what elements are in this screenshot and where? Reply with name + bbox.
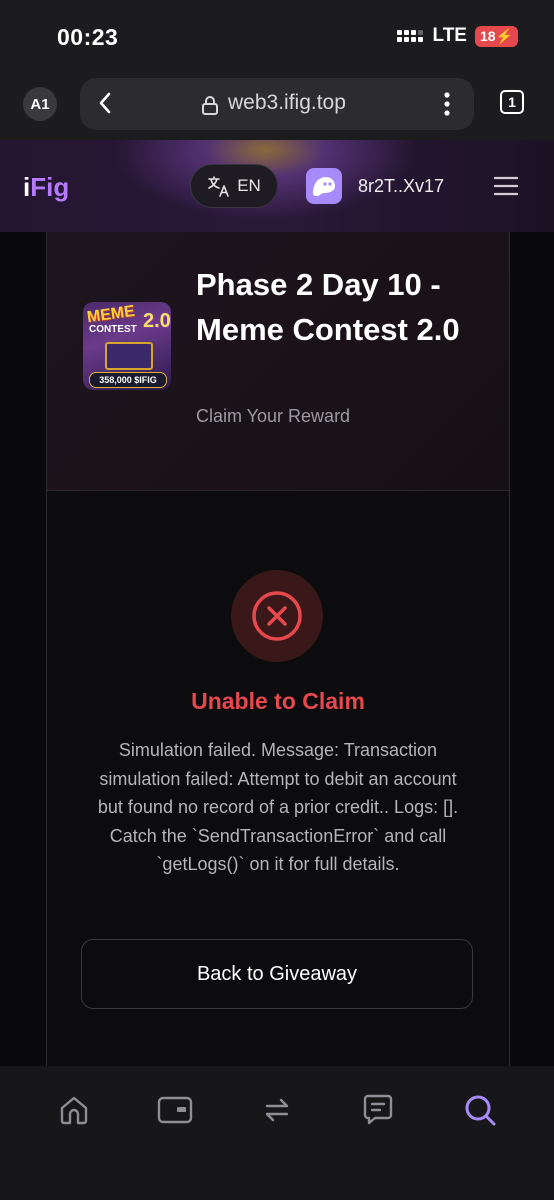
profile-avatar[interactable]: A1: [23, 87, 57, 121]
bottom-nav: [0, 1066, 554, 1200]
claim-card: MEME CONTEST 2.0 358,000 $IFIG Phase 2 D…: [46, 232, 510, 1093]
back-to-giveaway-button[interactable]: Back to Giveaway: [81, 939, 473, 1009]
more-menu-icon[interactable]: [440, 90, 454, 118]
back-chevron-icon[interactable]: [98, 91, 112, 115]
status-time: 00:23: [57, 24, 119, 50]
url-text[interactable]: web3.ifig.top: [228, 91, 346, 115]
page-title: Phase 2 Day 10 - Meme Contest 2.0: [196, 267, 460, 347]
translate-icon: [208, 176, 229, 197]
error-message: Simulation failed. Message: Transaction …: [97, 740, 459, 874]
battery-level: 18: [479, 27, 496, 44]
lock-icon: [202, 96, 218, 115]
error-icon: [231, 570, 323, 662]
address-bar[interactable]: web3.ifig.top: [80, 78, 474, 130]
signal-icon: [396, 30, 423, 42]
nav-search[interactable]: [460, 1090, 500, 1130]
battery-icon: 18⚡: [474, 25, 518, 47]
card-header: MEME CONTEST 2.0 358,000 $IFIG Phase 2 D…: [47, 232, 509, 491]
language-button[interactable]: EN: [190, 164, 278, 208]
error-title: Unable to Claim: [191, 688, 365, 714]
search-icon: [465, 1095, 496, 1126]
swap-icon: [265, 1098, 289, 1122]
network-type: LTE: [432, 25, 467, 46]
thumbnail-version-text: 2.0: [143, 310, 171, 332]
site-header: iFig EN 8r2T..Xv17: [0, 140, 554, 232]
wallet-address[interactable]: 8r2T..Xv17: [358, 176, 444, 197]
nav-home[interactable]: [54, 1090, 94, 1130]
nav-wallet[interactable]: [155, 1090, 195, 1130]
tab-switcher-button[interactable]: 1: [500, 90, 524, 114]
contest-thumbnail: MEME CONTEST 2.0 358,000 $IFIG: [83, 302, 171, 390]
nav-swap[interactable]: [257, 1090, 297, 1130]
phantom-wallet-icon[interactable]: [306, 168, 342, 204]
nav-chat[interactable]: [358, 1090, 398, 1130]
home-icon: [60, 1096, 88, 1125]
menu-icon[interactable]: [494, 176, 518, 196]
treasure-chest-icon: [105, 342, 153, 370]
ifig-logo[interactable]: iFig: [23, 172, 69, 203]
language-label: EN: [237, 176, 261, 195]
status-bar: 00:23 LTE 18⚡: [0, 0, 554, 72]
browser-toolbar: A1 web3.ifig.top 1: [0, 72, 554, 140]
thumbnail-prize: 358,000 $IFIG: [89, 372, 167, 388]
wallet-card-icon: [157, 1096, 193, 1124]
page-subtitle: Claim Your Reward: [196, 406, 351, 426]
thumbnail-contest-text: CONTEST: [89, 324, 137, 335]
status-indicators: LTE 18⚡: [396, 25, 518, 47]
chat-icon: [363, 1094, 393, 1125]
